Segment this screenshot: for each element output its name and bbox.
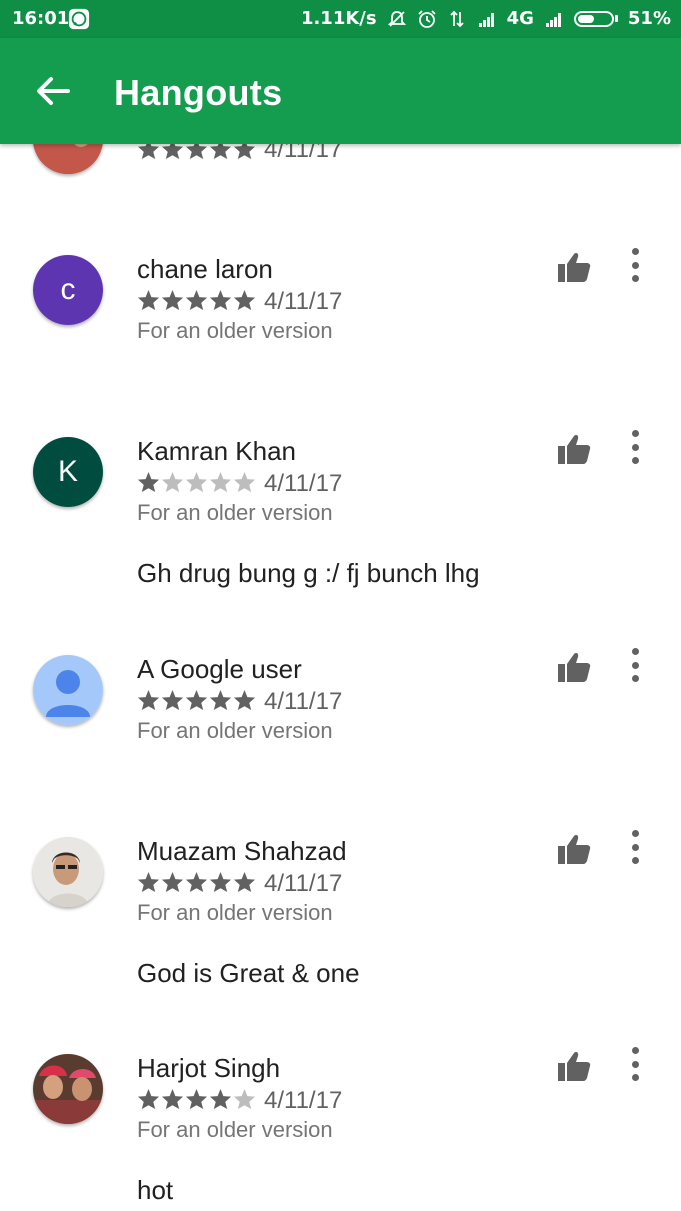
review-text: God is Great & one [137, 958, 360, 988]
battery-icon [573, 10, 618, 27]
star-filled-icon [209, 289, 232, 311]
rating-stars [137, 871, 256, 893]
avatar [33, 837, 103, 907]
star-filled-icon [137, 289, 160, 311]
star-filled-icon [209, 1088, 232, 1110]
thumbs-up-icon[interactable] [557, 433, 591, 465]
star-empty-icon [185, 471, 208, 493]
star-filled-icon [185, 144, 208, 160]
more-vert-icon[interactable] [622, 830, 648, 864]
whatsapp-notification-icon [68, 8, 90, 30]
network-speed: 1.11K/s [300, 8, 377, 29]
network-type: 4G [506, 8, 534, 29]
avatar-letter: c [33, 255, 103, 325]
alarm-icon [417, 9, 436, 28]
avatar: K [33, 437, 103, 507]
review-date: 4/11/17 [264, 1087, 343, 1114]
avatar-letter: K [33, 437, 103, 507]
more-vert-icon[interactable] [622, 430, 648, 464]
reviewer-name: A Google user [137, 654, 302, 684]
avatar: c [33, 255, 103, 325]
thumbs-up-icon[interactable] [557, 1050, 591, 1082]
rating-stars [137, 289, 256, 311]
star-filled-icon [137, 144, 160, 160]
more-vert-icon[interactable] [622, 648, 648, 682]
star-filled-icon [161, 1088, 184, 1110]
star-filled-icon [137, 689, 160, 711]
star-filled-icon [233, 289, 256, 311]
star-filled-icon [185, 1088, 208, 1110]
thumbs-up-icon[interactable] [557, 651, 591, 683]
review-text: hot [137, 1175, 174, 1205]
data-transfer-icon [449, 10, 464, 27]
review-date: 4/11/17 [264, 144, 343, 163]
star-filled-icon [185, 689, 208, 711]
star-filled-icon [137, 471, 160, 493]
avatar [33, 1054, 103, 1124]
app-bar: Hangouts [0, 38, 681, 144]
star-filled-icon [161, 289, 184, 311]
star-filled-icon [209, 689, 232, 711]
version-note: For an older version [137, 900, 333, 925]
status-bar: 16:01 1.11K/s 4G 51% [0, 0, 681, 38]
reviewer-name: chane laron [137, 254, 273, 284]
signal-icon-2 [545, 12, 561, 27]
star-empty-icon [209, 471, 232, 493]
star-filled-icon [161, 689, 184, 711]
star-filled-icon [185, 289, 208, 311]
page-title: Hangouts [114, 72, 283, 113]
avatar [33, 655, 103, 725]
star-filled-icon [161, 871, 184, 893]
star-filled-icon [233, 871, 256, 893]
reviewer-name: Kamran Khan [137, 436, 296, 466]
rating-stars [137, 471, 256, 493]
review-text: Gh drug bung g :/ fj bunch lhg [137, 558, 480, 588]
reviewer-name: Muazam Shahzad [137, 836, 347, 866]
rating-stars [137, 689, 256, 711]
star-filled-icon [233, 689, 256, 711]
avatar [33, 144, 103, 174]
more-vert-icon[interactable] [622, 248, 648, 282]
star-empty-icon [233, 471, 256, 493]
star-filled-icon [209, 144, 232, 160]
version-note: For an older version [137, 718, 333, 743]
version-note: For an older version [137, 1117, 333, 1142]
version-note: For an older version [137, 500, 333, 525]
thumbs-up-icon[interactable] [557, 251, 591, 283]
rating-stars [137, 1088, 256, 1110]
rating-stars [137, 144, 256, 160]
thumbs-up-icon[interactable] [557, 833, 591, 865]
more-vert-icon[interactable] [622, 1047, 648, 1081]
status-time: 16:01 [12, 8, 70, 29]
star-empty-icon [161, 471, 184, 493]
battery-percent: 51% [627, 8, 671, 29]
review-date: 4/11/17 [264, 470, 343, 497]
star-filled-icon [161, 144, 184, 160]
signal-icon [478, 12, 494, 27]
star-empty-icon [233, 1088, 256, 1110]
review-date: 4/11/17 [264, 688, 343, 715]
star-filled-icon [209, 871, 232, 893]
review-date: 4/11/17 [264, 288, 343, 315]
star-filled-icon [137, 1088, 160, 1110]
star-filled-icon [185, 871, 208, 893]
version-note: For an older version [137, 318, 333, 343]
review-date: 4/11/17 [264, 870, 343, 897]
review-list[interactable]: 4/11/17 c chane laron 4/11/17 For an old… [0, 144, 681, 1211]
arrow-left-icon[interactable] [36, 76, 70, 106]
reviewer-name: Harjot Singh [137, 1053, 281, 1083]
silent-mode-icon [387, 10, 406, 27]
star-filled-icon [137, 871, 160, 893]
star-filled-icon [233, 144, 256, 160]
